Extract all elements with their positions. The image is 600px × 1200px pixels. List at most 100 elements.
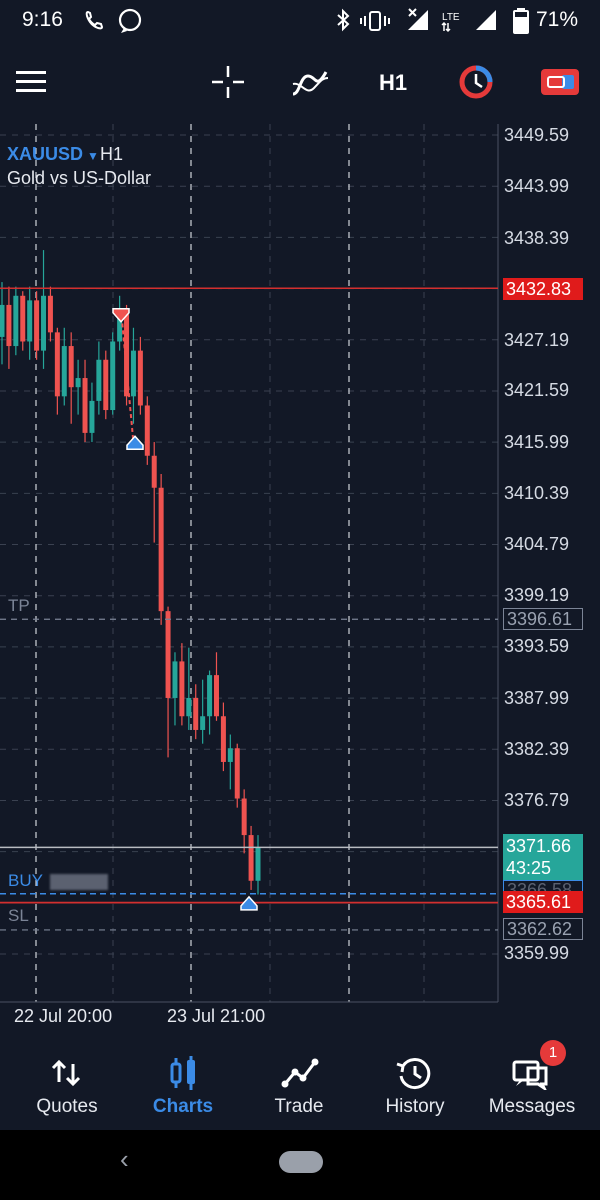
buy-label[interactable]: BUY — [8, 871, 109, 891]
candle-body — [255, 847, 261, 881]
candle-body — [200, 716, 206, 730]
y-tick-label: 3449.59 — [504, 125, 570, 145]
candle-body — [227, 748, 233, 762]
candle-body — [151, 455, 157, 488]
ask-line-price-tag: 3432.83 — [503, 278, 583, 300]
candle-body — [20, 295, 26, 342]
nav-messages[interactable]: 1 Messages — [474, 1040, 590, 1130]
candle-body — [144, 405, 150, 456]
sl-label: SL — [8, 906, 29, 925]
tp-label: TP — [8, 596, 30, 615]
buy-deal-arrow-icon — [126, 435, 144, 450]
candle-body — [193, 697, 199, 730]
candle-body — [13, 295, 19, 347]
y-tick-label: 3376.79 — [504, 790, 570, 810]
charts-icon — [170, 1056, 195, 1090]
quotes-icon — [51, 1059, 81, 1087]
y-tick-label: 3438.39 — [504, 228, 570, 248]
nav-history[interactable]: History — [357, 1040, 473, 1130]
candle-body — [207, 675, 213, 717]
x-tick-label: 23 Jul 21:00 — [167, 1006, 266, 1026]
system-navigation-bar: ‹ — [0, 1130, 600, 1200]
candle-body — [172, 661, 178, 698]
buy-label-text: BUY — [8, 871, 43, 890]
candle-body — [75, 378, 81, 388]
candle-body — [234, 748, 240, 799]
symbol-dropdown-icon[interactable]: ▼ — [87, 149, 99, 163]
candle-body — [165, 611, 171, 698]
battery-percent: 71% — [535, 8, 578, 31]
y-tick-label: 3382.39 — [504, 739, 570, 759]
symbol-description: Gold vs US-Dollar — [7, 168, 152, 188]
status-notification-icons — [85, 8, 142, 33]
candle-body — [47, 295, 53, 333]
bar-countdown: 43:25 — [506, 858, 552, 878]
home-pill[interactable] — [279, 1151, 323, 1173]
candle-body — [0, 304, 5, 337]
signal-icon — [476, 10, 496, 30]
status-bar: 9:16 LTE 71% — [0, 0, 600, 40]
candle-body — [179, 661, 185, 717]
candle-body — [213, 675, 219, 717]
candle-body — [41, 295, 47, 351]
candle-body — [61, 346, 67, 397]
y-tick-label: 3399.19 — [504, 585, 570, 605]
messages-badge: 1 — [540, 1040, 566, 1066]
menu-icon[interactable] — [16, 70, 48, 94]
y-tick-label: 3421.59 — [504, 380, 570, 400]
nav-charts[interactable]: Charts — [125, 1040, 241, 1130]
candle-body — [130, 350, 136, 397]
history-icon — [396, 1058, 431, 1090]
trade-toggle-icon[interactable] — [540, 66, 580, 98]
candle-body — [27, 300, 33, 342]
battery-icon — [513, 8, 529, 34]
one-click-trading-icon[interactable] — [458, 64, 494, 100]
nav-quotes[interactable]: Quotes — [9, 1040, 125, 1130]
whatsapp-icon — [118, 8, 142, 32]
y-tick-label: 3404.79 — [504, 534, 570, 554]
tp-price-tag[interactable]: 3396.61 — [503, 608, 583, 630]
candle-body — [103, 359, 109, 411]
nav-label: History — [385, 1096, 445, 1117]
candle-body — [54, 332, 60, 397]
candle-body — [34, 300, 40, 351]
nav-label: Quotes — [36, 1096, 98, 1117]
back-icon[interactable]: ‹ — [120, 1144, 129, 1175]
candle-body — [110, 341, 116, 411]
candle-body — [89, 400, 95, 433]
candle-body — [6, 304, 12, 347]
symbol-name[interactable]: XAUUSD ▼ — [7, 144, 99, 165]
crosshair-icon[interactable] — [210, 64, 246, 100]
y-tick-label: 3415.99 — [504, 432, 570, 452]
phone-icon — [85, 10, 104, 30]
timeframe-button[interactable]: H1 — [379, 70, 407, 96]
chart-toolbar: H1 — [0, 40, 600, 124]
candle-body — [158, 487, 164, 612]
candle-body — [248, 835, 254, 881]
nav-trade[interactable]: Trade — [241, 1040, 357, 1130]
bid-price-tag: 3365.61 — [503, 891, 583, 913]
nav-label: Charts — [152, 1096, 214, 1117]
candle-body — [241, 798, 247, 836]
status-system-icons: LTE — [337, 8, 496, 33]
buy-volume-redacted — [50, 873, 109, 890]
y-tick-label: 3443.99 — [504, 176, 570, 196]
sl-price-tag[interactable]: 3362.62 — [503, 918, 583, 940]
nav-label: Messages — [488, 1096, 576, 1117]
bluetooth-icon — [337, 8, 350, 32]
candle-body — [82, 378, 88, 433]
indicators-icon[interactable] — [290, 66, 330, 100]
nav-label: Trade — [274, 1096, 324, 1117]
candle-body — [68, 346, 74, 388]
y-tick-label: 3393.59 — [504, 636, 570, 656]
y-tick-label: 3410.39 — [504, 483, 570, 503]
y-tick-label: 3359.99 — [504, 943, 570, 963]
y-tick-label: 3427.19 — [504, 330, 570, 350]
candle-body — [137, 350, 143, 406]
y-tick-label: 3387.99 — [504, 688, 570, 708]
current-price-tag: 3371.66 43:25 — [503, 834, 583, 880]
x-tick-label: 22 Jul 20:00 — [14, 1006, 113, 1026]
trade-icon — [281, 1058, 319, 1088]
vibrate-icon — [369, 11, 381, 31]
candle-body — [96, 359, 102, 401]
